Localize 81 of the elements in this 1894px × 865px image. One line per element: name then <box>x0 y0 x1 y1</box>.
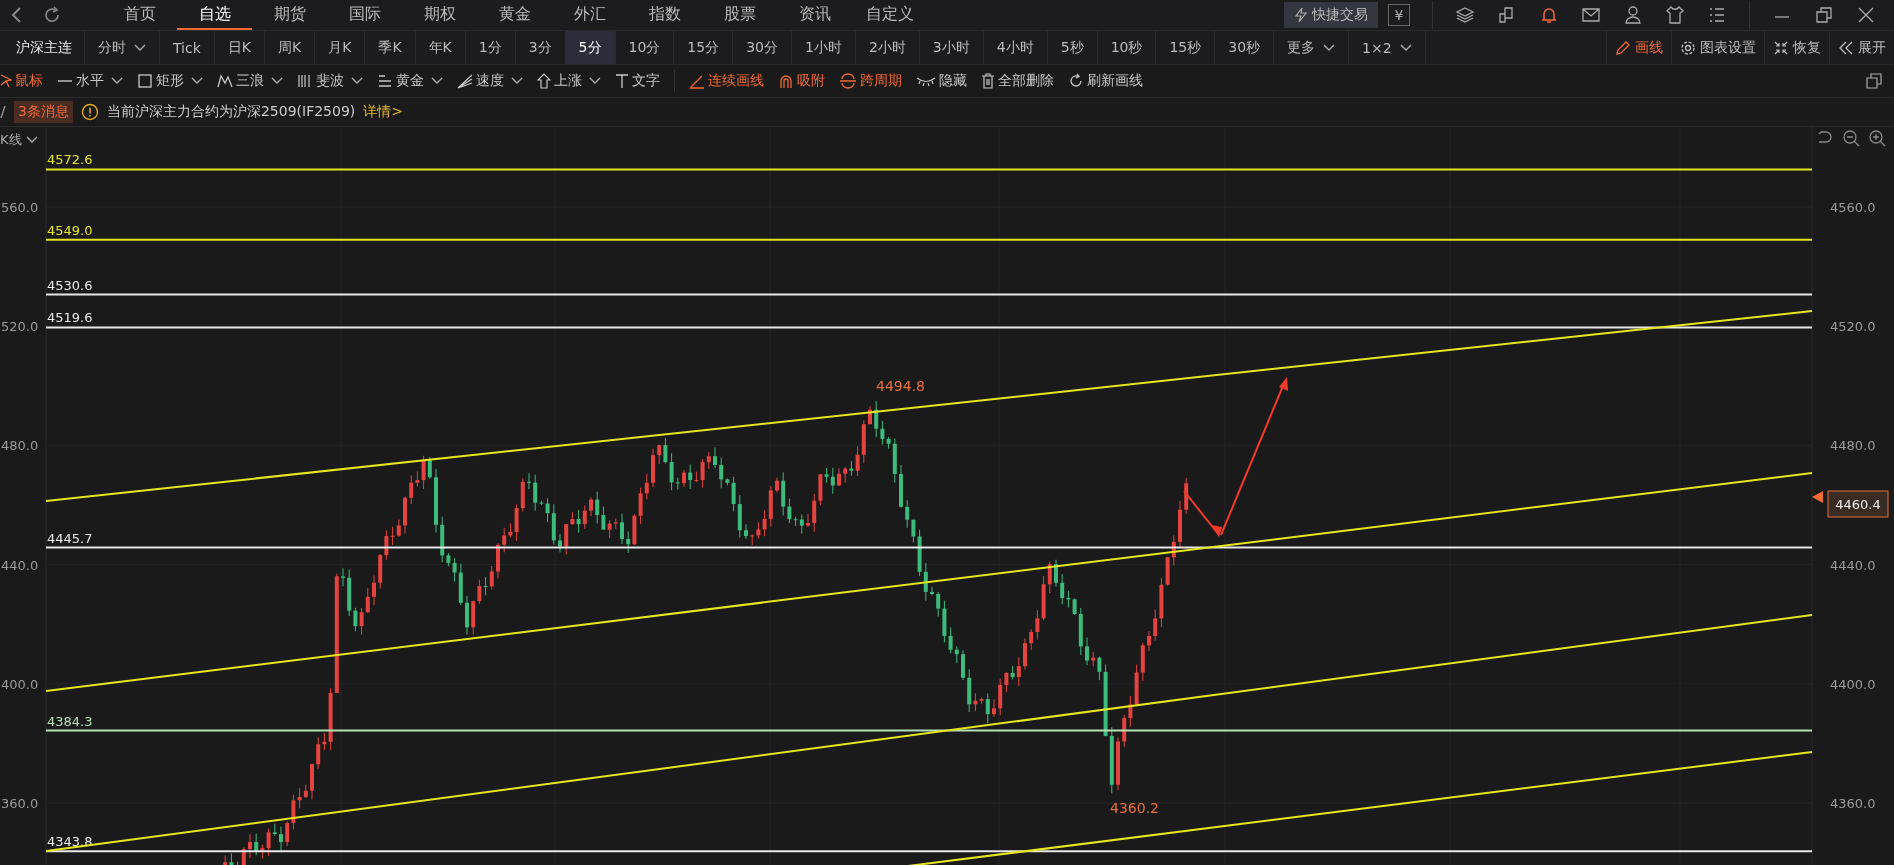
drawing-tool-button[interactable]: 矩形 <box>137 72 203 90</box>
details-link[interactable]: 详情> <box>363 103 404 121</box>
period-tab[interactable]: 15秒 <box>1156 31 1216 64</box>
axis-label: 520.0 <box>1 319 39 335</box>
period-tab[interactable]: 5分 <box>565 31 616 64</box>
period-tab[interactable]: 季K <box>365 31 416 64</box>
nav-tab[interactable]: 资讯 <box>777 0 852 30</box>
period-tab[interactable]: 周K <box>265 31 316 64</box>
price-level-label: 4384.3 <box>47 713 93 729</box>
nav-tab[interactable]: 期权 <box>402 0 477 30</box>
last-price-tag: 4460.4 <box>1827 490 1889 518</box>
period-tab[interactable]: 30秒 <box>1215 31 1275 64</box>
nav-tab[interactable]: 期货 <box>252 0 327 30</box>
period-tab[interactable]: 10秒 <box>1097 31 1157 64</box>
period-tab[interactable]: 年K <box>415 31 466 64</box>
period-tab[interactable]: 日K <box>214 31 265 64</box>
symbol-label[interactable]: 沪深主连 <box>0 31 85 64</box>
drawing-action-button[interactable]: 跨周期 <box>839 72 902 90</box>
price-level-label: 4519.6 <box>47 310 93 326</box>
nav-tab[interactable]: 股票 <box>702 0 777 30</box>
price-level-label: 4343.8 <box>47 834 93 850</box>
drawing-tool-button[interactable]: 上涨 <box>537 72 601 90</box>
period-tab[interactable]: 10分 <box>615 31 675 64</box>
drawing-tool-button[interactable]: 黄金 <box>377 72 443 90</box>
nav-tab[interactable]: 外汇 <box>552 0 627 30</box>
chart-action-button[interactable]: 展开 <box>1829 31 1894 64</box>
indicator-dropdown[interactable]: K线 <box>0 131 38 149</box>
drawing-action-button[interactable]: 连续画线 <box>689 72 764 90</box>
axis-label: 480.0 <box>1 438 39 454</box>
price-level-label: 4572.6 <box>47 152 93 168</box>
drawing-tool-button[interactable]: 文字 <box>615 72 660 90</box>
chart-action-button[interactable]: 恢复 <box>1764 31 1829 64</box>
period-tab[interactable]: 3分 <box>515 31 566 64</box>
period-tab[interactable]: 更多 <box>1274 31 1350 64</box>
period-tab[interactable]: 5秒 <box>1047 31 1098 64</box>
axis-label: 4520.0 <box>1830 319 1876 335</box>
period-tab[interactable]: 3小时 <box>919 31 984 64</box>
axis-label: 4360.0 <box>1830 796 1876 811</box>
nav-tab[interactable]: 首页 <box>102 0 177 30</box>
chart-action-button[interactable]: 画线 <box>1606 31 1671 64</box>
period-tab[interactable]: Tick <box>160 31 215 64</box>
period-tab[interactable]: 4小时 <box>983 31 1048 64</box>
axis-label: 4440.0 <box>1830 557 1876 573</box>
currency-button[interactable]: ¥ <box>1388 4 1410 26</box>
price-level-label: 4445.7 <box>47 530 93 546</box>
period-tab[interactable]: 1小时 <box>792 31 856 64</box>
axis-label: 4480.0 <box>1830 438 1876 454</box>
axis-label: 560.0 <box>1 200 39 215</box>
period-tab[interactable]: 30分 <box>733 31 792 64</box>
nav-tab[interactable]: 自定义 <box>852 0 927 30</box>
nav-tab[interactable]: 黄金 <box>477 0 552 30</box>
period-tab[interactable]: 15分 <box>674 31 734 64</box>
drawing-action-button[interactable]: 刷新画线 <box>1068 72 1143 90</box>
drawing-tool-button[interactable]: 斐波 <box>297 72 363 90</box>
chart-action-button[interactable]: 图表设置 <box>1671 31 1764 64</box>
drawing-tool-button[interactable]: 速度 <box>457 72 523 90</box>
drawing-action-button[interactable]: 全部删除 <box>981 72 1054 90</box>
drawing-tool-button[interactable]: 鼠标 <box>0 72 43 90</box>
drawing-tool-button[interactable]: 三浪 <box>217 72 283 90</box>
period-tab[interactable]: 月K <box>315 31 366 64</box>
axis-label: 360.0 <box>1 796 39 811</box>
axis-label: 4560.0 <box>1830 200 1876 215</box>
low-price-label: 4360.2 <box>1110 800 1159 816</box>
period-tab[interactable]: 2小时 <box>855 31 920 64</box>
drawing-action-button[interactable]: 隐藏 <box>916 72 967 90</box>
period-tab[interactable]: 1分 <box>465 31 516 64</box>
period-tab[interactable]: 1×2 <box>1349 31 1426 64</box>
nav-tab[interactable]: 国际 <box>327 0 402 30</box>
message-text: 当前沪深主力合约为沪深2509(IF2509) <box>106 103 356 121</box>
message-count-badge[interactable]: 3条消息 <box>14 101 73 123</box>
price-level-label: 4549.0 <box>47 222 93 238</box>
period-tab[interactable]: 分时 <box>85 31 160 64</box>
quick-trade-button[interactable]: 快捷交易 <box>1284 2 1378 28</box>
axis-label: 440.0 <box>1 557 39 573</box>
price-level-label: 4530.6 <box>47 277 93 293</box>
axis-label: 400.0 <box>1 676 39 692</box>
drawing-action-button[interactable]: 吸附 <box>778 72 825 90</box>
axis-label: 4400.0 <box>1830 676 1876 692</box>
high-price-label: 4494.8 <box>876 378 925 394</box>
nav-tab[interactable]: 指数 <box>627 0 702 30</box>
drawing-tool-button[interactable]: 水平 <box>57 72 123 90</box>
